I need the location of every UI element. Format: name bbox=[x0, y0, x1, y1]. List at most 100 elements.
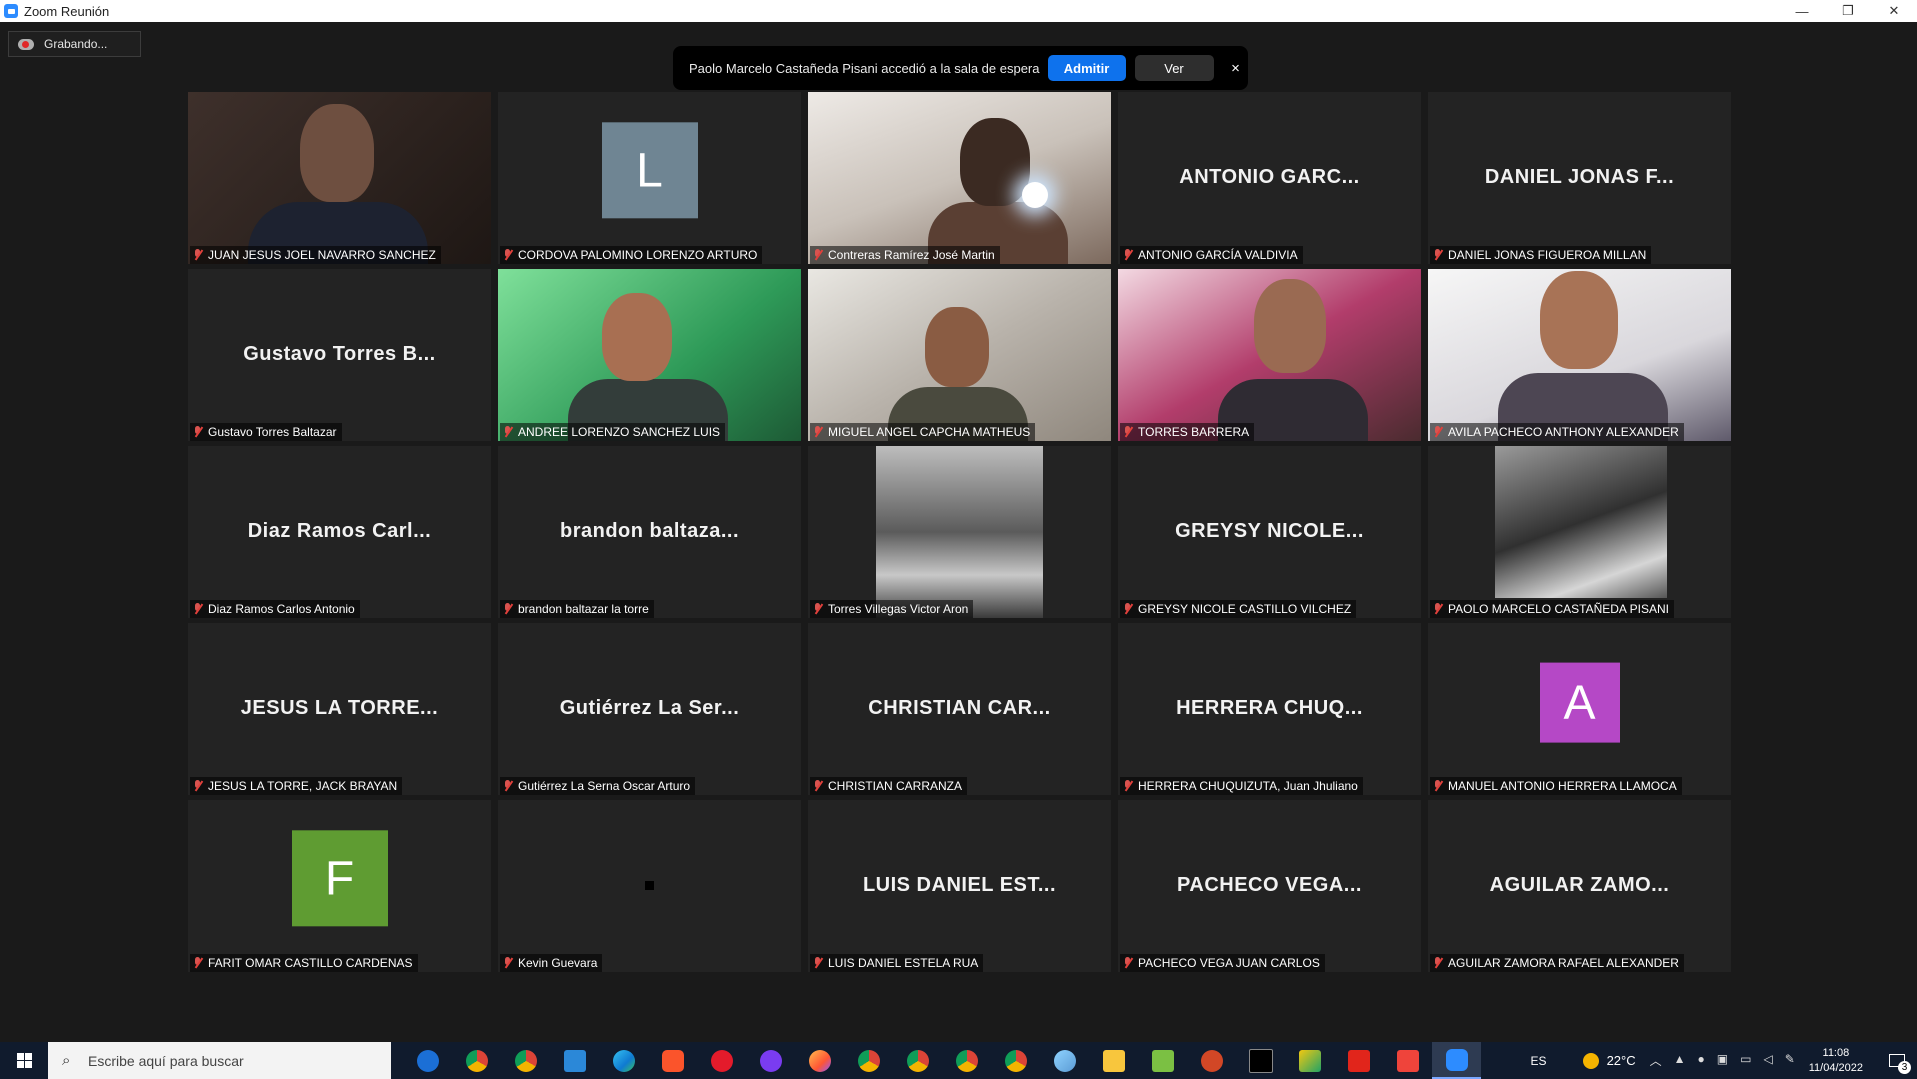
participant-tile[interactable]: LUIS DANIEL EST... LUIS DANIEL ESTELA RU… bbox=[808, 800, 1111, 972]
battery-icon[interactable]: ▭ bbox=[1740, 1052, 1751, 1069]
acrobat-icon[interactable] bbox=[1334, 1042, 1383, 1079]
participant-name: CORDOVA PALOMINO LORENZO ARTURO bbox=[518, 248, 758, 262]
powerpoint-icon[interactable] bbox=[1187, 1042, 1236, 1079]
edge-icon[interactable] bbox=[599, 1042, 648, 1079]
chrome-icon[interactable] bbox=[844, 1042, 893, 1079]
participant-display-name: PACHECO VEGA... bbox=[1177, 874, 1362, 896]
chrome-icon[interactable] bbox=[452, 1042, 501, 1079]
participant-label: JESUS LA TORRE, JACK BRAYAN bbox=[190, 777, 403, 795]
taskbar-apps bbox=[403, 1042, 1481, 1079]
taskbar-search[interactable]: ⌕ Escribe aquí para buscar bbox=[48, 1042, 391, 1079]
participant-label: TORRES BARRERA bbox=[1120, 423, 1255, 441]
participant-tile[interactable]: Diaz Ramos Carl... Diaz Ramos Carlos Ant… bbox=[188, 446, 491, 618]
participant-tile[interactable]: Torres Villegas Victor Aron bbox=[808, 446, 1111, 618]
chrome-icon[interactable] bbox=[942, 1042, 991, 1079]
participant-label: CHRISTIAN CARRANZA bbox=[810, 777, 968, 795]
close-notification-button[interactable]: × bbox=[1224, 55, 1248, 81]
participant-name: Gutiérrez La Serna Oscar Arturo bbox=[518, 779, 691, 793]
participant-tile[interactable]: PAOLO MARCELO CASTAÑEDA PISANI bbox=[1428, 446, 1731, 618]
mail-icon[interactable] bbox=[550, 1042, 599, 1079]
participant-name: JUAN JESUS JOEL NAVARRO SANCHEZ bbox=[208, 248, 436, 262]
meeting-stage: Grabando... Paolo Marcelo Castañeda Pisa… bbox=[0, 22, 1917, 1042]
language-indicator[interactable]: ES bbox=[1531, 1054, 1547, 1068]
participant-name: MANUEL ANTONIO HERRERA LLAMOCA bbox=[1448, 779, 1677, 793]
waiting-room-notification: Paolo Marcelo Castañeda Pisani accedió a… bbox=[673, 46, 1248, 90]
participant-label: HERRERA CHUQUIZUTA, Juan Jhuliano bbox=[1120, 777, 1363, 795]
chrome-icon[interactable] bbox=[991, 1042, 1040, 1079]
participant-video bbox=[808, 269, 1111, 441]
mic-muted-icon bbox=[503, 957, 512, 969]
firefox-icon[interactable] bbox=[795, 1042, 844, 1079]
taskbar-clock[interactable]: 11:08 11/04/2022 bbox=[1809, 1046, 1863, 1076]
participant-tile[interactable]: JESUS LA TORRE... JESUS LA TORRE, JACK B… bbox=[188, 623, 491, 795]
vpn-icon[interactable] bbox=[746, 1042, 795, 1079]
anydesk-icon[interactable] bbox=[1383, 1042, 1432, 1079]
participant-tile[interactable]: HERRERA CHUQ... HERRERA CHUQUIZUTA, Juan… bbox=[1118, 623, 1421, 795]
network-icon[interactable]: ▣ bbox=[1717, 1052, 1728, 1069]
recording-indicator[interactable]: Grabando... bbox=[8, 31, 141, 57]
mic-muted-icon bbox=[193, 426, 202, 438]
gallery-view: JUAN JESUS JOEL NAVARRO SANCHEZ L CORDOV… bbox=[188, 92, 1733, 972]
participant-tile[interactable]: brandon baltaza... brandon baltazar la t… bbox=[498, 446, 801, 618]
notepad-icon[interactable] bbox=[1138, 1042, 1187, 1079]
participant-tile[interactable]: ANDREE LORENZO SANCHEZ LUIS bbox=[498, 269, 801, 441]
participant-display-name: LUIS DANIEL EST... bbox=[862, 874, 1057, 896]
participant-tile[interactable]: AVILA PACHECO ANTHONY ALEXANDER bbox=[1428, 269, 1731, 441]
participant-tile[interactable]: ANTONIO GARC... ANTONIO GARCÍA VALDIVIA bbox=[1118, 92, 1421, 264]
windows-taskbar: ⌕ Escribe aquí para buscar ES 22°C ︿ ▲ ●… bbox=[0, 1042, 1917, 1079]
security-icon[interactable]: ▲ bbox=[1674, 1052, 1686, 1069]
close-window-button[interactable]: ✕ bbox=[1871, 0, 1917, 22]
profile-picture bbox=[1495, 446, 1667, 598]
participant-tile[interactable]: CHRISTIAN CAR... CHRISTIAN CARRANZA bbox=[808, 623, 1111, 795]
participant-label: MIGUEL ANGEL CAPCHA MATHEUS bbox=[810, 423, 1036, 441]
participant-tile[interactable]: F FARIT OMAR CASTILLO CARDENAS bbox=[188, 800, 491, 972]
participant-label: DANIEL JONAS FIGUEROA MILLAN bbox=[1430, 246, 1652, 264]
participant-name: MIGUEL ANGEL CAPCHA MATHEUS bbox=[828, 425, 1031, 439]
camera-placeholder bbox=[645, 881, 654, 890]
participant-tile[interactable]: GREYSY NICOLE... GREYSY NICOLE CASTILLO … bbox=[1118, 446, 1421, 618]
participant-tile[interactable]: A MANUEL ANTONIO HERRERA LLAMOCA bbox=[1428, 623, 1731, 795]
chrome-icon[interactable] bbox=[501, 1042, 550, 1079]
start-button[interactable] bbox=[0, 1042, 48, 1079]
participant-tile[interactable]: L CORDOVA PALOMINO LORENZO ARTURO bbox=[498, 92, 801, 264]
participant-name: Contreras Ramírez José Martin bbox=[828, 248, 995, 262]
participant-tile[interactable]: DANIEL JONAS F... DANIEL JONAS FIGUEROA … bbox=[1428, 92, 1731, 264]
terminal-icon[interactable] bbox=[1236, 1042, 1285, 1079]
participant-tile[interactable]: Contreras Ramírez José Martin bbox=[808, 92, 1111, 264]
volume-icon[interactable]: ◁ bbox=[1763, 1052, 1772, 1069]
minimize-button[interactable]: — bbox=[1779, 0, 1825, 22]
participant-tile[interactable]: Gustavo Torres B... Gustavo Torres Balta… bbox=[188, 269, 491, 441]
temperature[interactable]: 22°C bbox=[1607, 1053, 1636, 1068]
paint-icon[interactable] bbox=[1040, 1042, 1089, 1079]
participant-tile[interactable]: AGUILAR ZAMO... AGUILAR ZAMORA RAFAEL AL… bbox=[1428, 800, 1731, 972]
participant-tile[interactable]: PACHECO VEGA... PACHECO VEGA JUAN CARLOS bbox=[1118, 800, 1421, 972]
participant-tile[interactable]: TORRES BARRERA bbox=[1118, 269, 1421, 441]
participant-tile[interactable]: MIGUEL ANGEL CAPCHA MATHEUS bbox=[808, 269, 1111, 441]
pen-icon[interactable]: ✎ bbox=[1785, 1052, 1795, 1069]
weather-icon[interactable] bbox=[1582, 1052, 1599, 1069]
view-button[interactable]: Ver bbox=[1134, 55, 1214, 81]
microphone-icon[interactable]: ● bbox=[1698, 1052, 1705, 1069]
participant-tile[interactable]: Kevin Guevara bbox=[498, 800, 801, 972]
opera-icon[interactable] bbox=[697, 1042, 746, 1079]
tray-icons: ︿ ▲ ● ▣ ▭ ◁ ✎ bbox=[1650, 1052, 1795, 1069]
participant-label: Torres Villegas Victor Aron bbox=[810, 600, 974, 618]
mic-muted-icon bbox=[193, 957, 202, 969]
zoom-icon[interactable] bbox=[1432, 1042, 1481, 1079]
chevron-up-icon[interactable]: ︿ bbox=[1650, 1052, 1662, 1069]
cortana-icon[interactable] bbox=[403, 1042, 452, 1079]
chrome-icon[interactable] bbox=[893, 1042, 942, 1079]
brave-icon[interactable] bbox=[648, 1042, 697, 1079]
excel-icon[interactable] bbox=[1285, 1042, 1334, 1079]
mic-muted-icon bbox=[503, 426, 512, 438]
participant-tile[interactable]: JUAN JESUS JOEL NAVARRO SANCHEZ bbox=[188, 92, 491, 264]
admit-button[interactable]: Admitir bbox=[1047, 55, 1126, 81]
participant-tile[interactable]: Gutiérrez La Ser... Gutiérrez La Serna O… bbox=[498, 623, 801, 795]
explorer-icon[interactable] bbox=[1089, 1042, 1138, 1079]
participant-display-name: Gutiérrez La Ser... bbox=[559, 697, 740, 719]
notifications-button[interactable]: 3 bbox=[1877, 1042, 1917, 1079]
restore-button[interactable]: ❐ bbox=[1825, 0, 1871, 22]
participant-label: LUIS DANIEL ESTELA RUA bbox=[810, 954, 984, 972]
profile-picture bbox=[876, 446, 1043, 618]
participant-name: JESUS LA TORRE, JACK BRAYAN bbox=[208, 779, 398, 793]
